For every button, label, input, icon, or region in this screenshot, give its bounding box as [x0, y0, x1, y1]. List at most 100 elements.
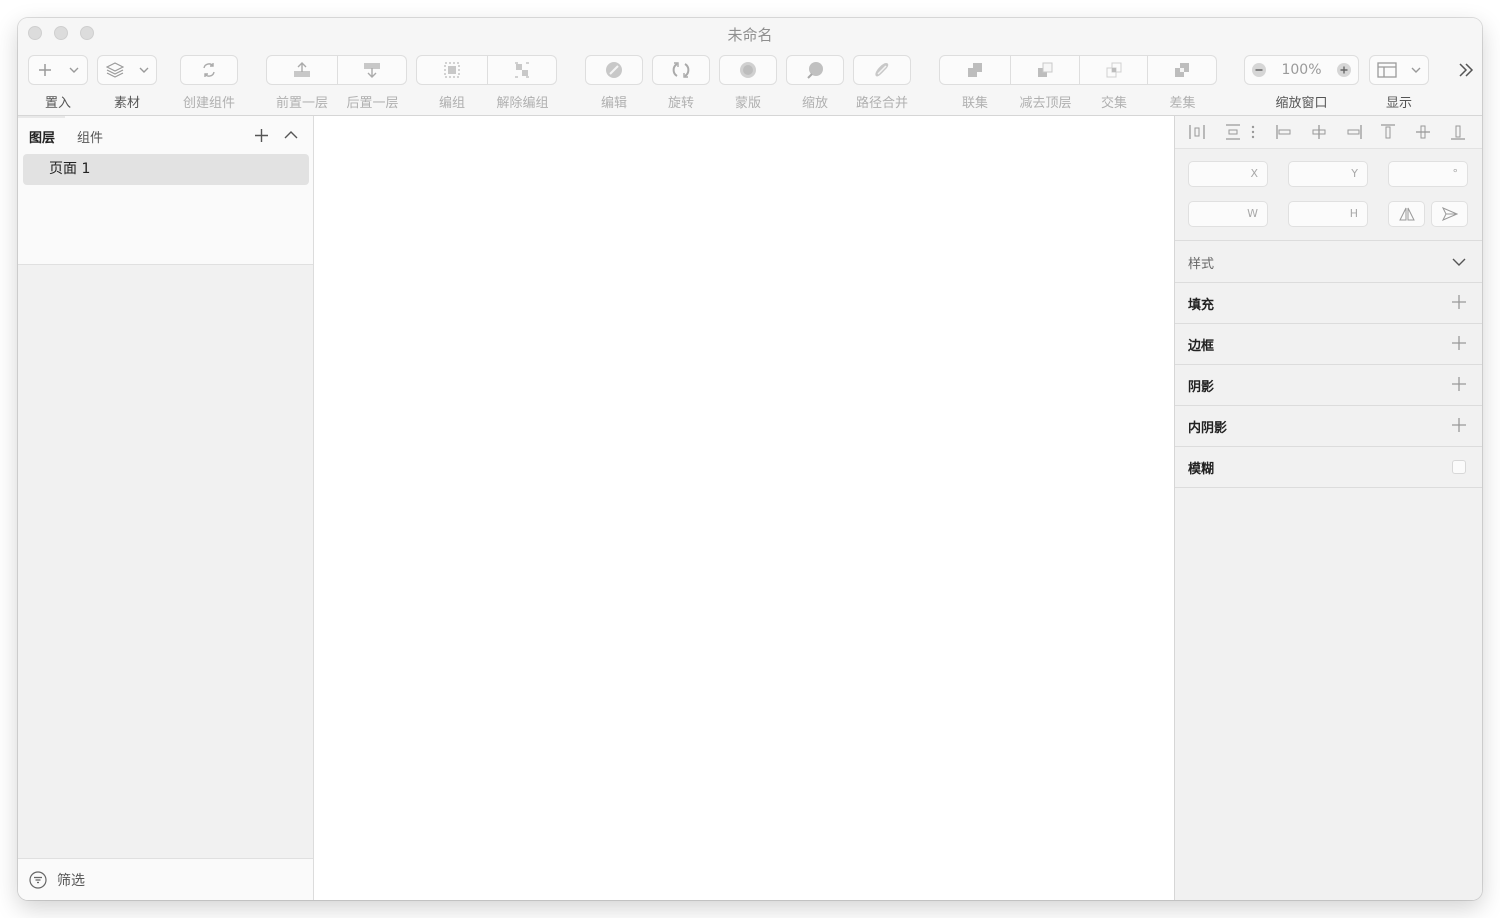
rotate-button[interactable] [652, 55, 710, 85]
flip-horizontal-button[interactable] [1388, 201, 1425, 227]
path-combine-icon [875, 63, 889, 77]
more-vertical-icon[interactable] [1249, 123, 1257, 141]
style-title: 样式 [1188, 257, 1215, 272]
path-combine-button[interactable] [853, 55, 911, 85]
scale-icon [807, 62, 823, 79]
flip-horizontal-icon [1398, 207, 1415, 221]
x-field[interactable]: X [1188, 161, 1268, 187]
inner-shadow-title: 内阴影 [1188, 421, 1228, 436]
add-fill-icon[interactable] [1451, 294, 1467, 310]
difference-label: 差集 [1169, 96, 1196, 111]
flip-vertical-button[interactable] [1431, 201, 1468, 227]
union-button[interactable] [939, 55, 1011, 85]
send-backward-icon [364, 63, 380, 78]
refresh-icon [203, 63, 215, 77]
style-section[interactable]: 样式 [1175, 241, 1482, 283]
insert-button[interactable] [28, 55, 88, 85]
add-page-icon[interactable] [254, 128, 269, 143]
tab-layers[interactable]: 图层 [29, 127, 55, 146]
align-bottom-icon[interactable] [1449, 123, 1467, 141]
pages-section: 图层 组件 页面 1 [18, 116, 313, 265]
align-center-horizontal-icon[interactable] [1310, 123, 1328, 141]
border-section: 边框 [1175, 323, 1482, 365]
assets-label: 素材 [113, 96, 140, 111]
align-middle-vertical-icon[interactable] [1414, 123, 1432, 141]
shadow-section: 阴影 [1175, 364, 1482, 406]
align-top-icon[interactable] [1379, 123, 1397, 141]
create-component-button[interactable] [180, 55, 238, 85]
edit-label: 编辑 [600, 96, 627, 111]
canvas[interactable] [314, 116, 1174, 900]
mask-button[interactable] [719, 55, 777, 85]
zoom-in-icon[interactable] [1336, 62, 1352, 78]
zoom-window-label: 缩放窗口 [1275, 96, 1328, 111]
scale-label: 缩放 [801, 96, 828, 111]
send-backward-button[interactable] [338, 55, 407, 85]
add-shadow-icon[interactable] [1451, 376, 1467, 392]
distribute-vertical-icon[interactable] [1224, 123, 1242, 141]
chevron-down-icon [1411, 67, 1421, 73]
align-right-icon[interactable] [1345, 123, 1363, 141]
subtract-icon [1038, 62, 1053, 77]
blur-checkbox[interactable] [1452, 460, 1466, 474]
send-backward-label: 后置一层 [346, 96, 399, 111]
bring-forward-icon [294, 62, 310, 77]
group-button[interactable] [416, 55, 488, 85]
send-icon [1441, 207, 1458, 221]
geometry-section: X Y ° W H [1175, 148, 1482, 241]
window-title: 未命名 [727, 26, 773, 44]
shadow-title: 阴影 [1188, 380, 1215, 395]
fill-section: 填充 [1175, 282, 1482, 324]
layers-icon [105, 62, 124, 78]
filter-icon[interactable] [29, 871, 47, 889]
inner-shadow-section: 内阴影 [1175, 405, 1482, 447]
filter-bar: 筛选 [18, 858, 313, 900]
page-item[interactable]: 页面 1 [23, 154, 309, 185]
ungroup-button[interactable] [488, 55, 557, 85]
difference-button[interactable] [1148, 55, 1217, 85]
layers-panel: 图层 组件 页面 1 筛选 [18, 116, 314, 900]
ungroup-label: 解除编组 [496, 96, 549, 111]
width-field[interactable]: W [1188, 201, 1268, 227]
width-field-label: W [1247, 207, 1258, 220]
double-chevron-right-icon[interactable] [1458, 62, 1474, 78]
rotate-icon [672, 62, 690, 78]
zoom-out-icon[interactable] [1251, 62, 1267, 78]
scale-button[interactable] [786, 55, 844, 85]
rotation-field[interactable]: ° [1388, 161, 1468, 187]
add-inner-shadow-icon[interactable] [1451, 417, 1467, 433]
distribute-horizontal-icon[interactable] [1188, 123, 1206, 141]
filter-label: 筛选 [57, 873, 85, 889]
layout-icon [1377, 62, 1397, 78]
height-field[interactable]: H [1288, 201, 1368, 227]
union-icon [968, 63, 982, 77]
y-field-label: Y [1351, 167, 1358, 180]
blur-section: 模糊 [1175, 446, 1482, 488]
x-field-label: X [1250, 167, 1258, 180]
tab-components[interactable]: 组件 [77, 127, 103, 146]
subtract-button[interactable] [1011, 55, 1080, 85]
path-combine-label: 路径合并 [855, 96, 908, 111]
bring-forward-button[interactable] [266, 55, 338, 85]
inspector-panel: X Y ° W H 样式 填充 边框 阴影 内阴影 模糊 [1174, 116, 1482, 900]
edit-button[interactable] [585, 55, 643, 85]
display-label: 显示 [1385, 96, 1412, 111]
insert-label: 置入 [44, 96, 71, 111]
add-border-icon[interactable] [1451, 335, 1467, 351]
intersect-button[interactable] [1080, 55, 1148, 85]
assets-button[interactable] [97, 55, 157, 85]
collapse-icon[interactable] [284, 129, 298, 141]
chevron-down-icon[interactable] [1451, 254, 1467, 270]
group-icon [444, 62, 460, 78]
y-field[interactable]: Y [1288, 161, 1368, 187]
fill-title: 填充 [1188, 298, 1215, 313]
display-button[interactable] [1369, 55, 1429, 85]
group-label: 编组 [438, 96, 465, 111]
plus-icon [38, 64, 51, 76]
bring-forward-label: 前置一层 [275, 96, 328, 111]
zoom-control: 100% [1244, 55, 1359, 85]
edit-icon [606, 62, 622, 78]
align-left-icon[interactable] [1275, 123, 1293, 141]
rotate-label: 旋转 [667, 96, 694, 111]
intersect-label: 交集 [1100, 96, 1127, 111]
